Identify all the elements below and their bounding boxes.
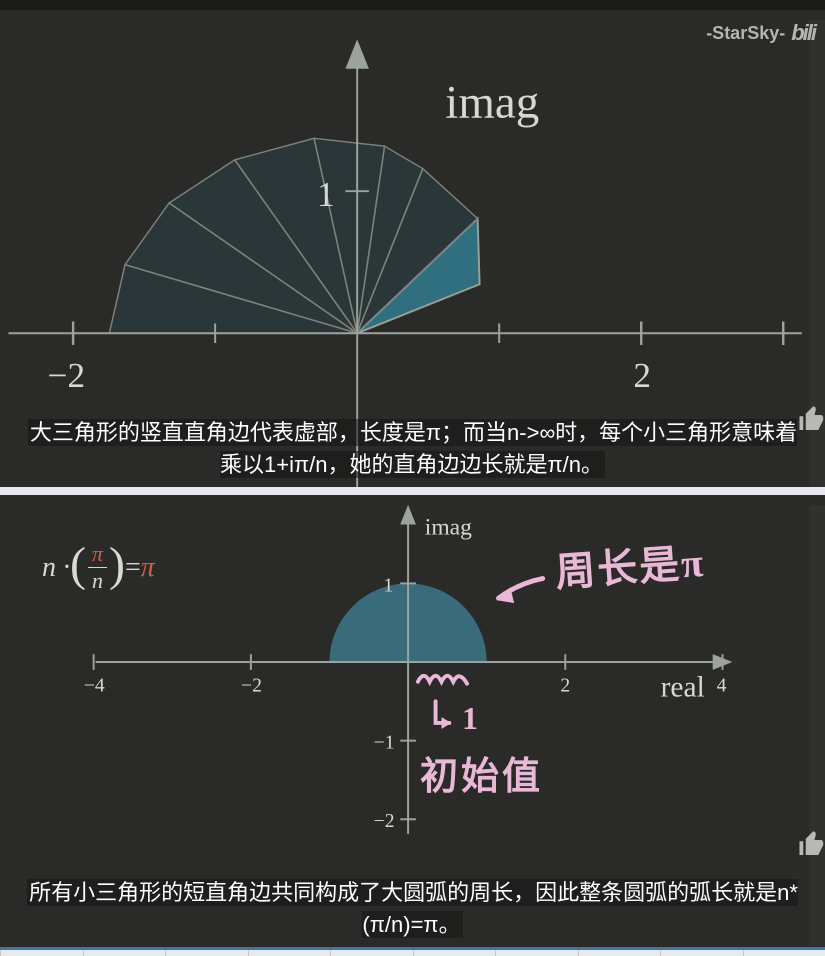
bilibili-logo-icon: bili <box>791 20 815 46</box>
x-pos4-label: 4 <box>717 675 727 697</box>
fraction-numerator: π <box>88 543 107 568</box>
annotation-circumference: 周长是π <box>553 530 707 598</box>
formula-equals: = <box>125 552 141 584</box>
imag-label: imag <box>425 514 472 540</box>
y-axis-arrow-icon <box>400 505 416 525</box>
author-name: -StarSky- <box>706 23 785 44</box>
grid-marks <box>0 947 825 956</box>
imag-label: imag <box>445 77 539 129</box>
x-tick-neg2-label: −2 <box>48 356 86 395</box>
watermark: -StarSky- bili <box>706 20 815 46</box>
top-plot: imag 1 −2 2 <box>0 10 825 487</box>
bottom-caption: 所有小三角形的短直角边共同构成了大圆弧的周长，因此整条圆弧的弧长就是n*(π/n… <box>0 877 825 941</box>
top-caption: 大三角形的竖直直角边代表虚部，长度是π；而当n->∞时，每个小三角形意味着乘以1… <box>0 417 825 481</box>
top-panel: -StarSky- bili imag 1 −2 2 <box>0 0 825 487</box>
thumbs-up-icon[interactable] <box>797 405 825 443</box>
y-neg2-label: −2 <box>374 810 395 832</box>
triangle-fan <box>109 138 479 333</box>
bottom-strip <box>0 947 825 956</box>
annotation-initial-value: 初始值 <box>420 745 543 800</box>
y-neg1-label: −1 <box>374 732 395 754</box>
fraction: π n <box>88 543 107 592</box>
fraction-denominator: n <box>92 568 103 592</box>
y-axis-arrow-icon <box>345 39 369 68</box>
bottom-panel: imag real −4 −2 2 4 1 −1 −2 n · ( π n ) … <box>0 487 825 947</box>
y-tick-1-label: 1 <box>317 175 335 214</box>
x-tick-pos2-label: 2 <box>633 356 651 395</box>
y-pos1-label: 1 <box>384 574 394 596</box>
formula-n: n · <box>42 552 70 584</box>
paren-close-icon: ) <box>109 546 125 584</box>
x-neg4-label: −4 <box>84 675 105 697</box>
l-arrowhead-icon <box>441 717 451 729</box>
x-pos2-label: 2 <box>560 675 570 697</box>
annotation-one: 1 <box>462 700 478 737</box>
x-neg2-label: −2 <box>241 675 262 697</box>
paren-open-icon: ( <box>70 546 86 584</box>
squiggle-icon <box>418 676 467 684</box>
formula: n · ( π n ) = π <box>42 543 155 592</box>
thumbs-up-icon[interactable] <box>797 830 825 868</box>
formula-pi-result: π <box>141 552 155 584</box>
real-label: real <box>661 671 705 703</box>
